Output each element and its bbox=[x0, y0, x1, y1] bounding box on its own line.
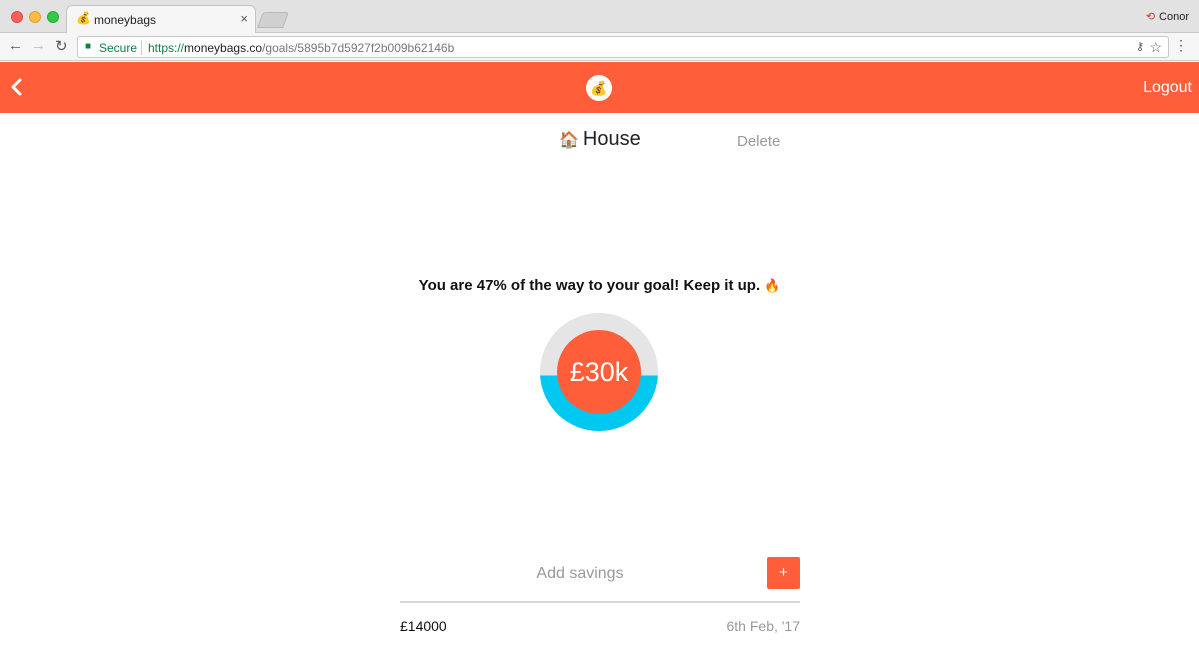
url-path: /goals/5895b7d5927f2b009b62146b bbox=[262, 41, 455, 55]
secure-label: Secure bbox=[99, 41, 138, 55]
add-savings-form: + bbox=[400, 555, 800, 603]
tab-close-icon[interactable]: × bbox=[240, 11, 248, 26]
bookmark-star-icon[interactable]: ☆ bbox=[1149, 39, 1162, 56]
goal-name: House bbox=[582, 128, 641, 150]
progress-message: You are 47% of the way to your goal! Kee… bbox=[0, 277, 1199, 294]
house-icon: 🏠 bbox=[559, 132, 579, 149]
savings-entry: £14000 6th Feb, '17 bbox=[400, 618, 800, 636]
progress-message-text: You are 47% of the way to your goal! Kee… bbox=[418, 277, 761, 294]
goal-title: 🏠 House bbox=[559, 128, 641, 151]
reload-icon[interactable]: ↻ bbox=[55, 37, 68, 55]
fire-icon: 🔥 bbox=[764, 278, 781, 293]
back-chevron-icon[interactable] bbox=[6, 75, 28, 99]
entry-date: 6th Feb, '17 bbox=[726, 618, 801, 634]
entry-amount: £14000 bbox=[400, 618, 447, 634]
tab-title: moneybags bbox=[94, 13, 157, 27]
sync-icon: ⟲ bbox=[1145, 11, 1156, 23]
profile-name: Conor bbox=[1159, 11, 1189, 23]
url-divider bbox=[141, 40, 142, 55]
url-host: moneybags.co bbox=[184, 41, 263, 55]
delete-button[interactable]: Delete bbox=[737, 133, 780, 150]
browser-menu-icon[interactable]: ⋮ bbox=[1174, 37, 1188, 54]
minimize-window-button[interactable] bbox=[29, 11, 41, 23]
forward-arrow-icon[interactable]: → bbox=[31, 37, 46, 54]
url-text[interactable]: https://moneybags.co/goals/5895b7d5927f2… bbox=[148, 41, 454, 55]
new-tab-button[interactable] bbox=[257, 12, 289, 28]
key-icon[interactable]: ⚷ bbox=[1136, 40, 1144, 53]
profile-button[interactable]: ⟲ Conor bbox=[1146, 10, 1189, 23]
address-bar[interactable]: ■ Secure https://moneybags.co/goals/5895… bbox=[77, 36, 1169, 58]
browser-toolbar: ← → ↻ ■ Secure https://moneybags.co/goal… bbox=[0, 33, 1199, 61]
close-window-button[interactable] bbox=[11, 11, 23, 23]
app-header: 💰 Logout bbox=[0, 62, 1199, 113]
browser-titlebar: 💰 moneybags × ⟲ Conor bbox=[0, 0, 1199, 34]
maximize-window-button[interactable] bbox=[47, 11, 59, 23]
logout-button[interactable]: Logout bbox=[1143, 79, 1192, 97]
progress-ring: £30k bbox=[540, 313, 658, 431]
moneybag-logo-icon[interactable]: 💰 bbox=[586, 75, 612, 101]
browser-tab[interactable]: 💰 moneybags × bbox=[66, 5, 256, 34]
back-arrow-icon[interactable]: ← bbox=[8, 37, 23, 54]
goal-target-amount: £30k bbox=[569, 357, 629, 387]
add-savings-button[interactable]: + bbox=[767, 557, 800, 589]
lock-icon: ■ bbox=[85, 41, 92, 52]
moneybag-favicon-icon: 💰 bbox=[76, 11, 91, 25]
savings-input[interactable] bbox=[400, 559, 760, 589]
url-scheme: https:// bbox=[148, 41, 185, 55]
